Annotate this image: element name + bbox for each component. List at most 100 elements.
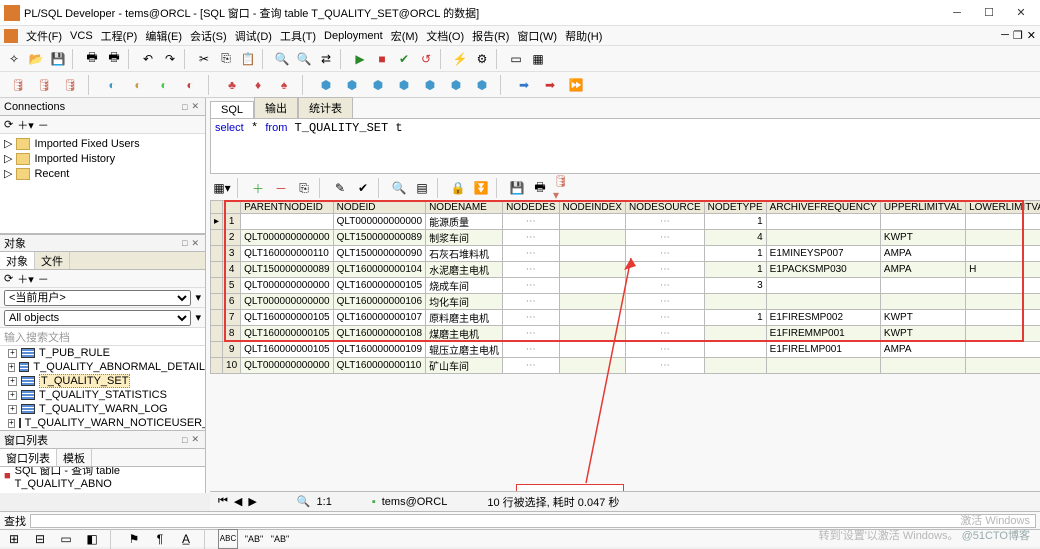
obj-del-icon[interactable]: － <box>38 271 49 287</box>
explain-icon[interactable]: ⚡ <box>450 49 470 69</box>
menu-file[interactable]: 文件(F) <box>26 28 62 44</box>
object-filter-input[interactable]: 输入搜索文档 <box>0 328 205 346</box>
close-button[interactable]: ✕ <box>1006 3 1036 23</box>
menu-window[interactable]: 窗口(W) <box>517 28 557 44</box>
object-item[interactable]: +T_PUB_RULE <box>0 346 205 360</box>
bt-ab2-icon[interactable]: "AB" <box>270 529 290 549</box>
bt2-icon[interactable]: ⊟ <box>30 529 50 549</box>
obj-menu-icon[interactable]: ▾ <box>195 291 201 304</box>
zoom-icon[interactable]: 🔍 <box>297 495 311 508</box>
grid-edit-icon[interactable]: ✎ <box>330 178 350 198</box>
obj-close-icon[interactable]: ✕ <box>189 238 201 249</box>
beautify3-icon[interactable]: ♠ <box>274 75 294 95</box>
bt-abc-icon[interactable]: ABC <box>218 529 238 549</box>
pane-pin-icon[interactable]: □ <box>180 102 189 112</box>
grid-print-icon[interactable]: 🖶 <box>530 178 550 198</box>
grid-fetch-icon[interactable]: ⏬ <box>471 178 491 198</box>
bt-para-icon[interactable]: ¶ <box>150 529 170 549</box>
execute-icon[interactable]: ▶ <box>350 49 370 69</box>
tab-objects[interactable]: 对象 <box>0 252 35 269</box>
conn-del-icon[interactable]: － <box>38 117 49 133</box>
obj-pin-icon[interactable]: □ <box>180 238 189 248</box>
menu-debug[interactable]: 调试(D) <box>235 28 272 44</box>
find2-icon[interactable]: 🔍 <box>294 49 314 69</box>
pane-close-icon[interactable]: ✕ <box>189 101 201 112</box>
conn-refresh-icon[interactable]: ⟳ <box>4 118 13 131</box>
grid-post-icon[interactable]: ✔ <box>353 178 373 198</box>
open-icon[interactable]: 📂 <box>26 49 46 69</box>
tab-sql[interactable]: SQL <box>210 101 254 118</box>
menu-report[interactable]: 报告(R) <box>472 28 509 44</box>
print-icon[interactable]: 🖶 <box>82 49 102 69</box>
grid-copy-icon[interactable]: 🛢▾ <box>553 178 573 198</box>
wl-pin-icon[interactable]: □ <box>180 435 189 445</box>
arrow-right-red-icon[interactable]: ➡ <box>540 75 560 95</box>
tab-stats[interactable]: 统计表 <box>298 97 353 118</box>
session1-icon[interactable]: ◐ <box>102 75 122 95</box>
object-item[interactable]: +T_QUALITY_WARN_LOG <box>0 402 205 416</box>
tool3-icon[interactable]: ⬢ <box>368 75 388 95</box>
save-icon[interactable]: 💾 <box>48 49 68 69</box>
cascade-icon[interactable]: ▭ <box>506 49 526 69</box>
redo-icon[interactable]: ↷ <box>160 49 180 69</box>
session2-icon[interactable]: ◐ <box>128 75 148 95</box>
find-icon[interactable]: 🔍 <box>272 49 292 69</box>
menu-session[interactable]: 会话(S) <box>190 28 227 44</box>
tool2-icon[interactable]: ⬢ <box>342 75 362 95</box>
grid-export-icon[interactable]: 💾 <box>507 178 527 198</box>
db2-icon[interactable]: 🛢 <box>34 75 54 95</box>
tool4-icon[interactable]: ⬢ <box>394 75 414 95</box>
grid-add-icon[interactable]: ＋ <box>248 178 268 198</box>
grid-del-icon[interactable]: － <box>271 178 291 198</box>
grid-sort-icon[interactable]: ▤ <box>412 178 432 198</box>
session3-icon[interactable]: ◐ <box>154 75 174 95</box>
sql-editor[interactable]: select * from T_QUALITY_SET t ⬆⬇ <box>210 118 1040 174</box>
scope-menu-icon[interactable]: ▾ <box>195 311 201 324</box>
beautify2-icon[interactable]: ♦ <box>248 75 268 95</box>
mdi-restore-icon[interactable]: ❐ <box>1013 29 1023 42</box>
explain2-icon[interactable]: ⚙ <box>472 49 492 69</box>
minimize-button[interactable]: ─ <box>942 3 972 23</box>
menu-vcs[interactable]: VCS <box>70 30 93 42</box>
copy-icon[interactable]: ⎘ <box>216 49 236 69</box>
menu-document[interactable]: 文档(O) <box>426 28 464 44</box>
expand-icon[interactable]: + <box>8 391 17 400</box>
tab-winlist[interactable]: 窗口列表 <box>0 449 57 466</box>
menu-edit[interactable]: 编辑(E) <box>145 28 182 44</box>
menu-tools[interactable]: 工具(T) <box>280 28 316 44</box>
maximize-button[interactable]: ☐ <box>974 3 1004 23</box>
bt-a-icon[interactable]: A̲ <box>176 529 196 549</box>
obj-refresh-icon[interactable]: ⟳ <box>4 272 13 285</box>
grid-dup-icon[interactable]: ⎘ <box>294 178 314 198</box>
tab-output[interactable]: 输出 <box>254 97 298 118</box>
expand-icon[interactable]: + <box>8 377 17 386</box>
nav-first-icon[interactable]: ⏮ <box>218 495 228 508</box>
bt1-icon[interactable]: ⊞ <box>4 529 24 549</box>
current-user-select[interactable]: <当前用户> <box>4 290 191 306</box>
tab-files[interactable]: 文件 <box>35 252 70 269</box>
object-item[interactable]: +T_QUALITY_SET <box>0 374 205 388</box>
tab-template[interactable]: 模板 <box>57 449 92 466</box>
tool6-icon[interactable]: ⬢ <box>446 75 466 95</box>
db-icon[interactable]: 🛢 <box>8 75 28 95</box>
mdi-min-icon[interactable]: ─ <box>1001 29 1009 42</box>
bt-ab-icon[interactable]: "AB" <box>244 529 264 549</box>
connections-tree[interactable]: ▷Imported Fixed Users ▷Imported History … <box>0 134 205 233</box>
mdi-close-icon[interactable]: ✕ <box>1027 29 1036 42</box>
stop-icon[interactable]: ■ <box>372 49 392 69</box>
search-input[interactable] <box>30 514 1036 528</box>
tile-icon[interactable]: ▦ <box>528 49 548 69</box>
bt3-icon[interactable]: ▭ <box>56 529 76 549</box>
replace-icon[interactable]: ⇄ <box>316 49 336 69</box>
db3-icon[interactable]: 🛢 <box>60 75 80 95</box>
grid-lock-icon[interactable]: 🔒 <box>448 178 468 198</box>
menu-macro[interactable]: 宏(M) <box>391 28 419 44</box>
tool1-icon[interactable]: ⬢ <box>316 75 336 95</box>
expand-icon[interactable]: + <box>8 349 17 358</box>
menu-deployment[interactable]: Deployment <box>324 30 383 42</box>
obj-add-icon[interactable]: ＋▾ <box>17 271 34 287</box>
result-grid[interactable]: PARENTNODEIDNODEIDNODENAMENODEDESNODEIND… <box>210 200 1040 374</box>
session4-icon[interactable]: ◐ <box>180 75 200 95</box>
grid-find-icon[interactable]: 🔍 <box>389 178 409 198</box>
cut-icon[interactable]: ✂ <box>194 49 214 69</box>
